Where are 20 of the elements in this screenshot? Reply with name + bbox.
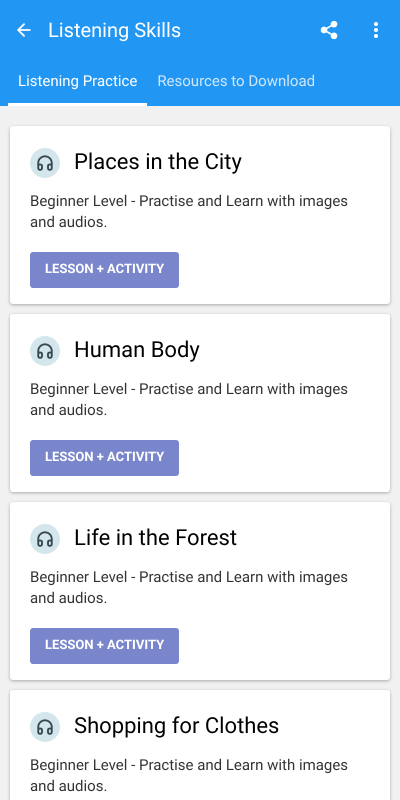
headphones-icon [30,524,60,554]
lesson-description: Beginner Level - Practise and Learn with images and audios. [30,191,350,233]
headphones-icon [30,336,60,366]
tab[interactable]: Listening Practice [8,60,148,106]
lesson-description: Beginner Level - Practise and Learn with images and audios. [30,379,350,421]
lesson-activity-button[interactable]: LESSON + ACTIVITY [30,252,180,288]
tab[interactable]: Resources to Download [147,60,326,106]
headphones-icon [30,148,60,178]
lesson-title: Shopping for Clothes [74,713,280,741]
lesson-activity-button[interactable]: LESSON + ACTIVITY [30,628,180,664]
headphones-icon [30,712,60,742]
more-button[interactable] [374,22,378,38]
lesson-title: Life in the Forest [74,525,238,553]
lesson-description: Beginner Level - Practise and Learn with images and audios. [30,755,350,797]
lesson-description: Beginner Level - Practise and Learn with images and audios. [30,567,350,609]
lesson-title: Human Body [74,337,200,365]
app-title: Listening Skills [48,17,182,44]
lesson-activity-button[interactable]: LESSON + ACTIVITY [30,440,180,476]
share-button[interactable] [318,19,340,41]
lesson-title: Places in the City [74,149,242,177]
